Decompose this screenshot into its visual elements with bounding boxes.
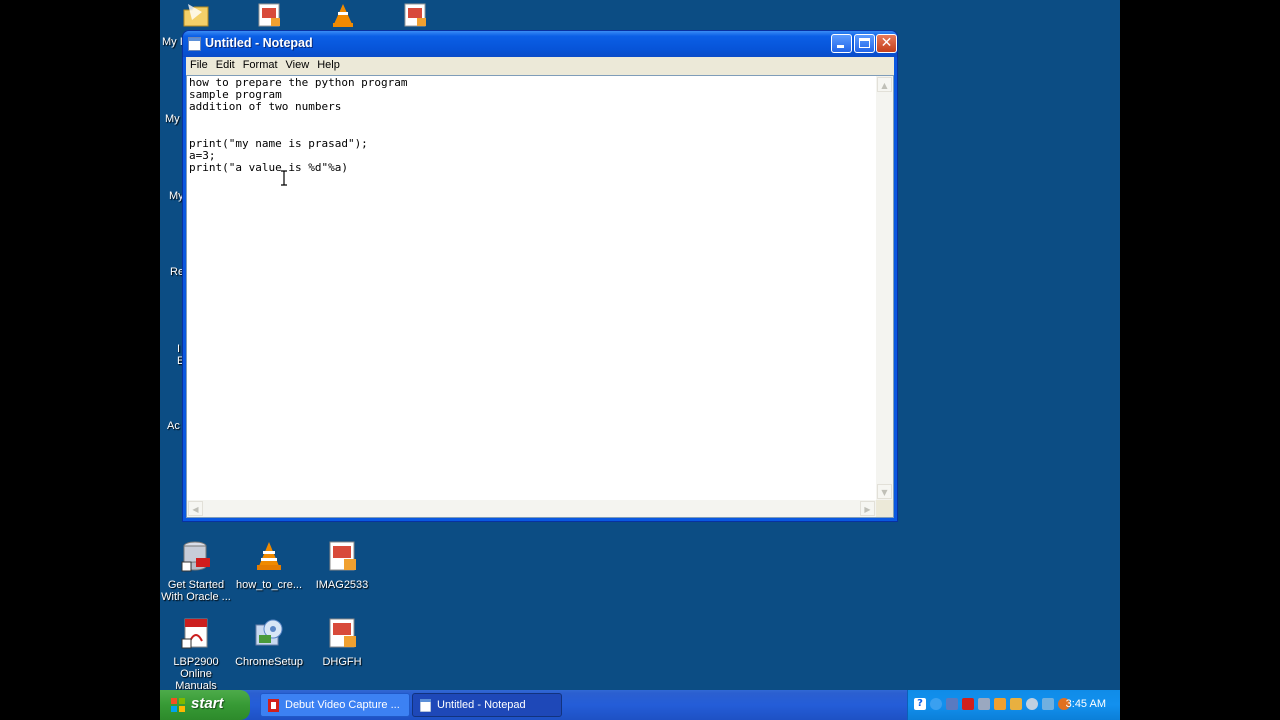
editor-area: how to prepare the python program sample… [186, 75, 894, 518]
task-notepad[interactable]: Untitled - Notepad [412, 693, 562, 717]
desktop-icon-oracle[interactable]: Get Started With Oracle ... [160, 540, 232, 603]
scroll-down-arrow-icon[interactable]: ▼ [877, 484, 892, 499]
menu-edit[interactable]: Edit [212, 57, 239, 71]
pdf-file-icon [181, 618, 208, 649]
task-label: Debut Video Capture ... [285, 699, 400, 711]
image-file-icon [329, 541, 356, 571]
text-cursor-icon [281, 170, 287, 186]
desktop-icon-video[interactable]: how_to_cre... [233, 540, 305, 591]
back-arrow-icon[interactable] [930, 698, 942, 710]
desktop-icon-image[interactable]: DHGFH [306, 617, 378, 668]
window-title: Untitled - Notepad [205, 36, 313, 50]
vlc-cone-icon[interactable] [330, 2, 356, 28]
security-icon[interactable] [994, 698, 1006, 710]
scrollbar-corner [876, 500, 893, 517]
icon-label: Get Started With Oracle ... [161, 579, 231, 603]
desktop-icon-image[interactable]: IMAG2533 [306, 540, 378, 591]
oracle-database-icon [181, 541, 210, 572]
notepad-icon [420, 699, 431, 712]
minimize-button[interactable] [831, 34, 852, 53]
horizontal-scrollbar[interactable]: ◀ ▶ [187, 500, 876, 517]
task-debut-video-capture[interactable]: Debut Video Capture ... [260, 693, 410, 717]
desktop-icon-label[interactable]: Ac [167, 420, 180, 432]
desktop: My I My My Re I E Ac Untitled - Notepad … [160, 0, 1120, 720]
desktop-icon-setup[interactable]: ChromeSetup [233, 617, 305, 668]
notepad-window[interactable]: Untitled - Notepad ✕ File Edit Format View H… [182, 30, 898, 522]
menu-bar: File Edit Format View Help [186, 57, 894, 75]
task-label: Untitled - Notepad [437, 699, 526, 711]
icon-label: DHGFH [322, 656, 362, 668]
start-button[interactable]: start [160, 690, 250, 720]
monitor-icon[interactable] [978, 698, 990, 710]
shield-icon[interactable] [1010, 698, 1022, 710]
system-tray: ? 3:45 AM [907, 690, 1120, 720]
menu-view[interactable]: View [282, 57, 314, 71]
image-file-icon[interactable] [256, 2, 282, 28]
notepad-icon[interactable] [188, 37, 201, 51]
windows-logo-icon [171, 698, 185, 712]
title-bar[interactable]: Untitled - Notepad ✕ [183, 31, 897, 57]
debut-tray-icon[interactable] [962, 698, 974, 710]
clock: 3:45 AM [1065, 698, 1106, 710]
scroll-left-arrow-icon[interactable]: ◀ [188, 501, 203, 516]
scroll-right-arrow-icon[interactable]: ▶ [860, 501, 875, 516]
vertical-scrollbar[interactable]: ▲ ▼ [876, 76, 893, 500]
vlc-cone-icon [257, 542, 281, 570]
image-file-icon[interactable] [402, 2, 428, 28]
menu-help[interactable]: Help [313, 57, 344, 71]
desktop-icon-label[interactable]: My [165, 113, 180, 125]
start-label: start [191, 695, 224, 712]
menu-format[interactable]: Format [239, 57, 282, 71]
help-icon[interactable]: ? [914, 698, 926, 710]
icon-label: IMAG2533 [315, 579, 369, 591]
network-icon[interactable] [946, 698, 958, 710]
desktop-icon-label[interactable]: I [177, 343, 180, 355]
menu-file[interactable]: File [186, 57, 212, 71]
icon-label: how_to_cre... [235, 579, 303, 591]
volume-icon[interactable] [1042, 698, 1054, 710]
desktop-icon-pdf[interactable]: LBP2900 Online Manuals [160, 617, 232, 692]
close-button[interactable]: ✕ [876, 34, 897, 53]
text-editor[interactable]: how to prepare the python program sample… [187, 76, 876, 500]
desktop-icon-label[interactable]: My I [162, 36, 183, 48]
scroll-up-arrow-icon[interactable]: ▲ [877, 77, 892, 92]
update-icon[interactable] [1026, 698, 1038, 710]
folder-icon[interactable] [182, 2, 210, 28]
debut-app-icon [268, 699, 279, 712]
icon-label: ChromeSetup [235, 656, 303, 668]
image-file-icon [329, 618, 356, 648]
maximize-button[interactable] [854, 34, 875, 53]
taskbar: start Debut Video Capture ... Untitled -… [160, 690, 1120, 720]
setup-disc-icon [255, 619, 283, 646]
icon-label: LBP2900 Online Manuals [173, 656, 219, 692]
